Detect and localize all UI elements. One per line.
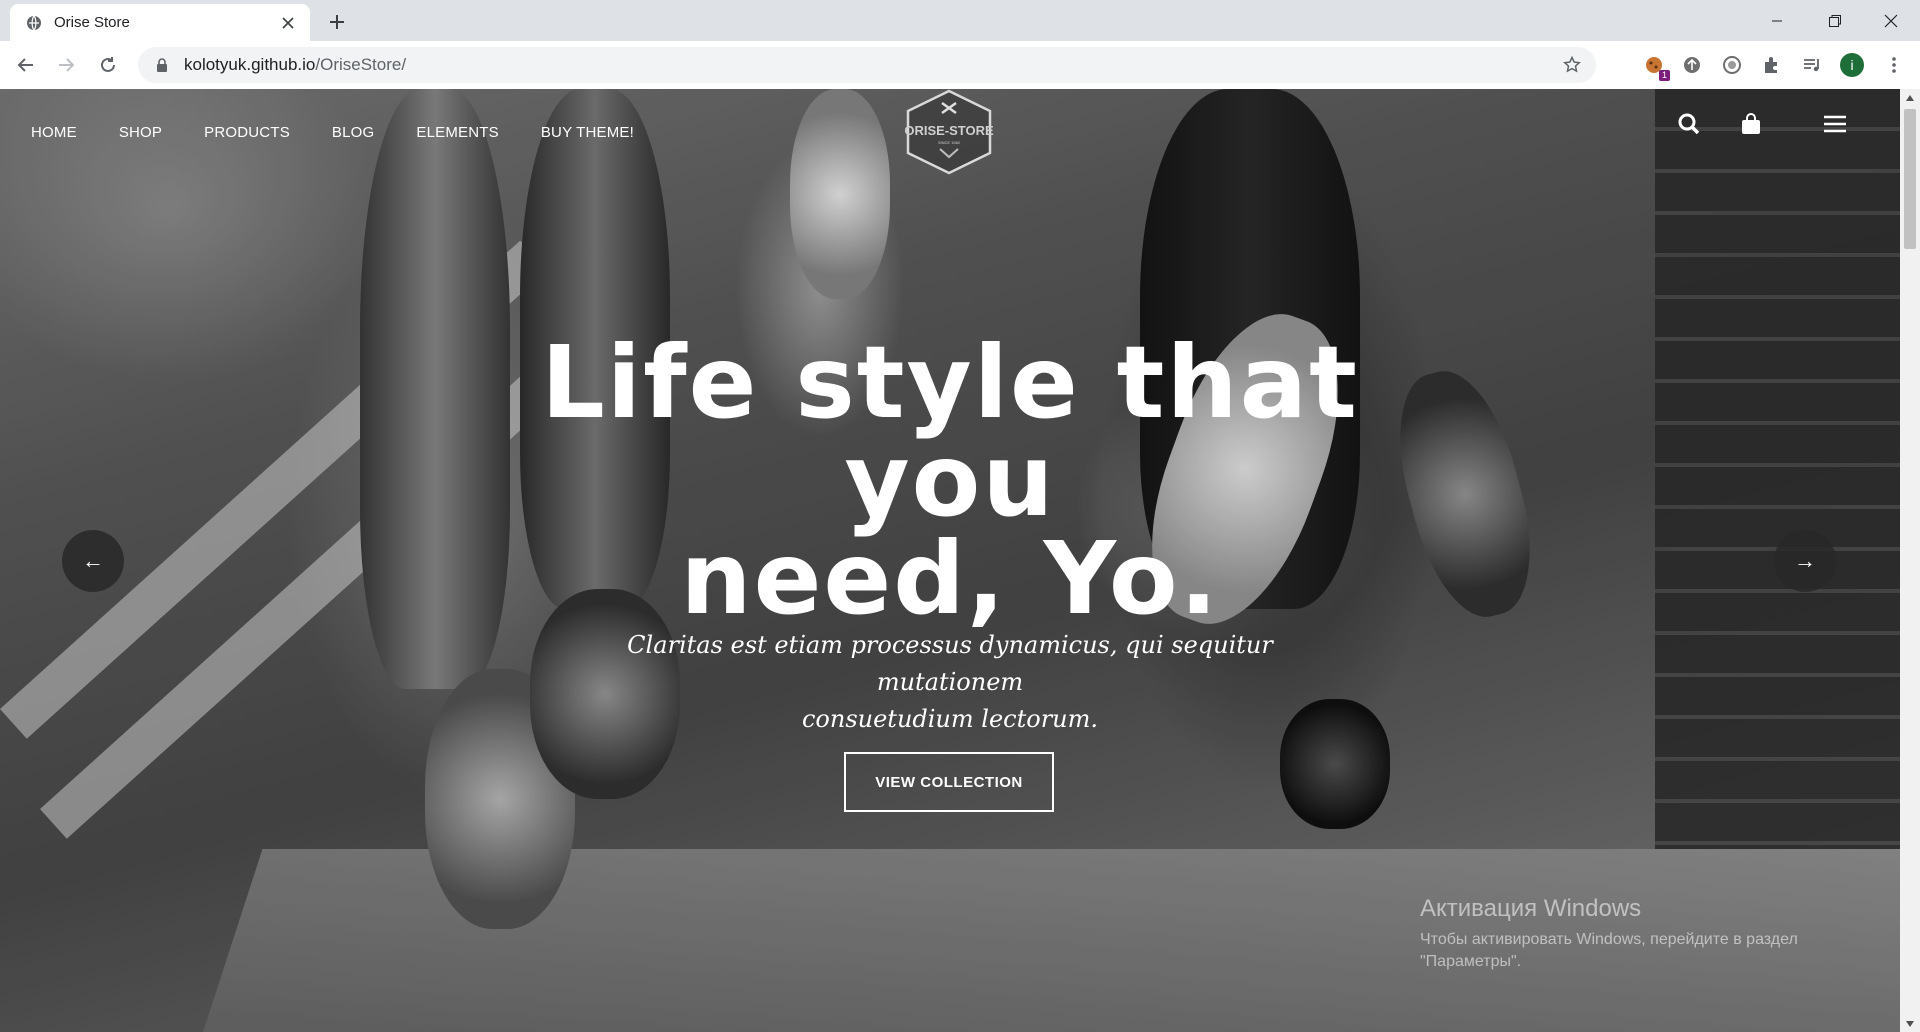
search-icon[interactable] xyxy=(1674,109,1704,139)
hero-slider: HOME SHOP PRODUCTS BLOG ELEMENTS BUY THE… xyxy=(0,89,1900,1032)
bookmark-star-icon[interactable] xyxy=(1562,55,1582,75)
main-navigation: HOME SHOP PRODUCTS BLOG ELEMENTS BUY THE… xyxy=(31,124,676,141)
profile-avatar[interactable]: i xyxy=(1840,53,1864,77)
url-text[interactable]: kolotyuk.github.io/OriseStore/ xyxy=(184,55,406,75)
nav-products[interactable]: PRODUCTS xyxy=(204,124,290,141)
hero-subtitle-line2: consuetudium lectorum. xyxy=(801,705,1099,733)
watermark-title: Активация Windows xyxy=(1420,895,1642,922)
media-control-icon[interactable] xyxy=(1800,53,1824,77)
hero-heading-line1: Life style that you xyxy=(541,324,1359,539)
page-scrollbar[interactable] xyxy=(1900,89,1920,1032)
extensions-puzzle-icon[interactable] xyxy=(1760,53,1784,77)
restore-window-icon[interactable] xyxy=(1806,0,1864,41)
slider-next-button[interactable]: → xyxy=(1774,530,1836,592)
hero-heading: Life style that you need, Yo. xyxy=(450,324,1450,637)
browser-tab[interactable]: Orise Store xyxy=(10,4,310,41)
hero-subtitle-line1: Claritas est etiam processus dynamicus, … xyxy=(627,631,1273,696)
site-logo[interactable]: ORISE-STORE SINCE 1982 xyxy=(902,89,996,175)
globe-icon xyxy=(26,15,42,31)
scroll-up-arrow-icon[interactable] xyxy=(1900,89,1920,106)
hamburger-menu-icon[interactable] xyxy=(1820,109,1850,139)
extension-badge: 1 xyxy=(1659,70,1670,81)
scroll-thumb[interactable] xyxy=(1904,109,1916,249)
watermark-text: Чтобы активировать Windows, перейдите в … xyxy=(1420,931,1798,970)
reload-icon[interactable] xyxy=(96,53,120,77)
url-host: kolotyuk.github.io xyxy=(184,55,316,74)
extension-cookie-icon[interactable]: 1 xyxy=(1642,53,1670,81)
scroll-down-arrow-icon[interactable] xyxy=(1900,1015,1920,1032)
extension-shield-icon[interactable] xyxy=(1680,53,1704,77)
address-bar[interactable]: kolotyuk.github.io/OriseStore/ xyxy=(138,47,1596,83)
lock-icon[interactable] xyxy=(154,57,170,73)
nav-blog[interactable]: BLOG xyxy=(332,124,374,141)
tab-title: Orise Store xyxy=(54,14,130,31)
new-tab-icon[interactable] xyxy=(325,10,349,34)
logo-since: SINCE 1982 xyxy=(938,140,961,145)
close-window-icon[interactable] xyxy=(1862,0,1920,41)
nav-home[interactable]: HOME xyxy=(31,124,77,141)
minimize-window-icon[interactable] xyxy=(1748,0,1806,41)
url-path: /OriseStore/ xyxy=(315,55,407,74)
view-collection-button[interactable]: VIEW COLLECTION xyxy=(844,752,1054,812)
nav-shop[interactable]: SHOP xyxy=(119,124,162,141)
nav-elements[interactable]: ELEMENTS xyxy=(416,124,498,141)
hero-heading-line2: need, Yo. xyxy=(680,520,1220,637)
nav-buy-theme[interactable]: BUY THEME! xyxy=(541,124,634,141)
windows-activation-watermark: Активация Windows Чтобы активировать Win… xyxy=(1420,895,1860,973)
forward-icon[interactable] xyxy=(54,53,78,77)
browser-toolbar: kolotyuk.github.io/OriseStore/ 1 i xyxy=(0,41,1920,90)
back-icon[interactable] xyxy=(14,53,38,77)
browser-menu-icon[interactable] xyxy=(1882,53,1906,77)
hero-subtitle: Claritas est etiam processus dynamicus, … xyxy=(560,627,1340,738)
close-tab-icon[interactable] xyxy=(278,13,298,33)
browser-tab-strip: Orise Store xyxy=(0,0,1920,41)
logo-name: ORISE-STORE xyxy=(904,123,994,138)
shopping-bag-icon[interactable] xyxy=(1736,109,1766,139)
slider-prev-button[interactable]: ← xyxy=(62,530,124,592)
extension-circle-icon[interactable] xyxy=(1720,53,1744,77)
